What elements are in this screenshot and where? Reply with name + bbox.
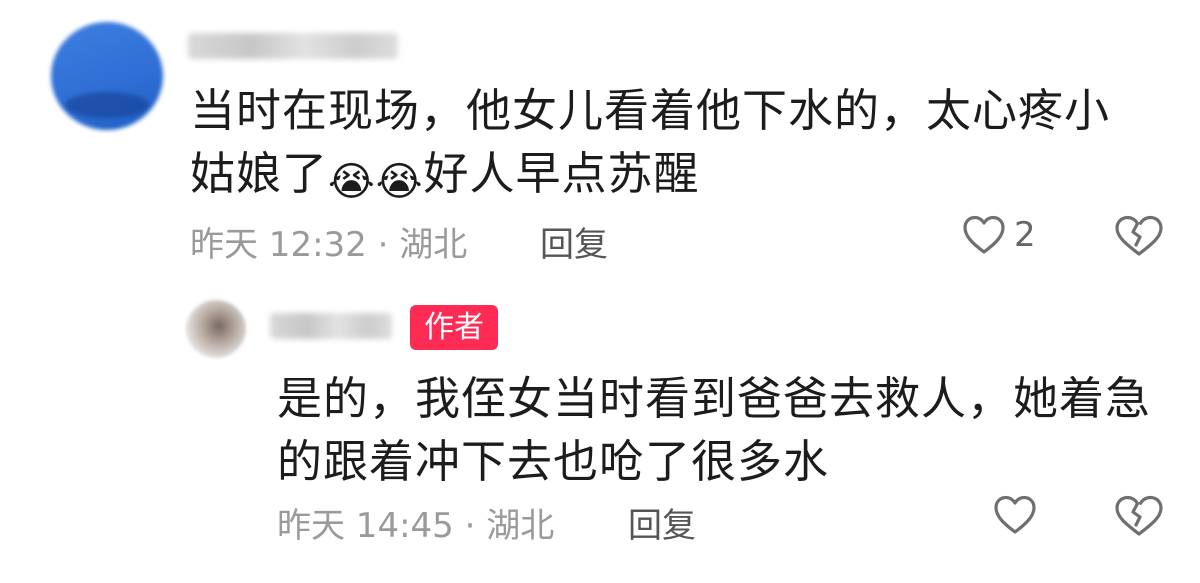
like-button[interactable]: 2 — [962, 214, 1036, 256]
reply-text: 是的，我侄女当时看到爸爸去救人，她着急 的跟着冲下去也呛了很多水 — [277, 367, 1177, 493]
reply-button[interactable]: 回复 — [628, 498, 696, 547]
comment-text: 当时在现场，他女儿看着他下水的，太心疼小 姑娘了😭😭好人早点苏醒 — [190, 79, 1170, 214]
reply-text-line2: 的跟着冲下去也呛了很多水 — [277, 435, 830, 488]
heart-icon — [962, 214, 1006, 256]
avatar[interactable] — [186, 300, 246, 358]
dislike-button[interactable] — [1113, 494, 1165, 538]
broken-heart-icon — [1113, 494, 1165, 538]
comment-text-line1: 当时在现场，他女儿看着他下水的，太心疼小 — [190, 84, 1111, 137]
comment-text-line2-start: 姑娘了 — [190, 147, 329, 200]
reply-meta: 昨天 14:45 · 湖北 — [277, 506, 555, 546]
comment-thread: 当时在现场，他女儿看着他下水的，太心疼小 姑娘了😭😭好人早点苏醒 昨天 12:3… — [0, 0, 1200, 583]
like-count: 2 — [1014, 215, 1036, 255]
heart-icon — [993, 494, 1037, 536]
username-blurred[interactable] — [188, 33, 398, 59]
comment-text-line2-end: 好人早点苏醒 — [423, 147, 700, 200]
username-blurred[interactable] — [270, 313, 392, 339]
avatar[interactable] — [51, 22, 163, 130]
dislike-button[interactable] — [1113, 214, 1165, 258]
reply-button[interactable]: 回复 — [540, 217, 608, 266]
broken-heart-icon — [1113, 214, 1165, 258]
like-button[interactable] — [993, 494, 1037, 536]
reply-text-line1: 是的，我侄女当时看到爸爸去救人，她着急 — [277, 372, 1152, 425]
crying-emoji: 😭 — [375, 159, 424, 205]
author-badge: 作者 — [410, 305, 498, 350]
crying-emoji: 😭 — [328, 159, 376, 205]
comment-meta: 昨天 12:32 · 湖北 — [190, 225, 468, 265]
